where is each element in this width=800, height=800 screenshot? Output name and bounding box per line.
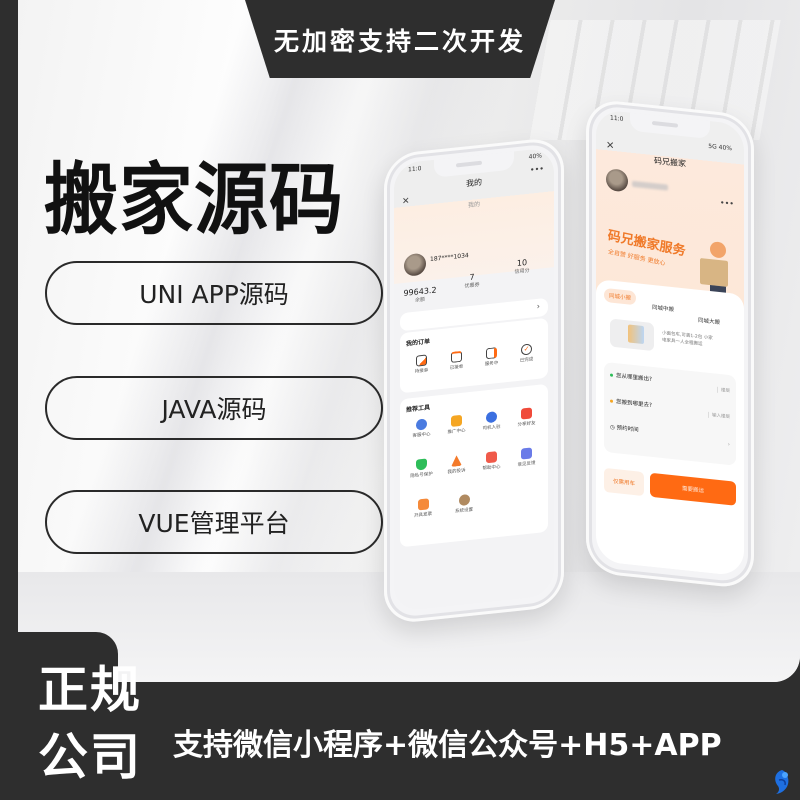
stat-coupons[interactable]: 7 优惠券: [452, 271, 492, 291]
vehicle-only-button[interactable]: 仅需用车: [604, 467, 644, 497]
stat-balance[interactable]: 99643.2 余额: [400, 285, 440, 305]
phone-screen: 11:0 40% 我的 ✕ ••• 我的 187****1034 99643.2…: [394, 147, 554, 612]
tool-item[interactable]: 隐私号保护: [405, 457, 439, 480]
order-label: 待接单: [414, 368, 429, 375]
page-subtitle: 我的: [467, 200, 480, 210]
tool-label: 帮助中心: [482, 464, 501, 472]
my-orders-card: 我的订单 待接单 已接单 服务中 ✓ 已完成: [400, 317, 548, 394]
feedback-icon: [521, 447, 532, 460]
feature-pill-java: JAVA源码: [45, 376, 383, 440]
tool-label: 分享好友: [517, 421, 536, 428]
need-moving-button[interactable]: 需要搬运: [650, 472, 736, 506]
tool-item[interactable]: 分享好友: [510, 406, 544, 429]
order-label: 已完成: [519, 357, 534, 364]
tool-item[interactable]: 客服中心: [405, 417, 439, 440]
tool-label: 推广中心: [447, 428, 466, 436]
left-frame-strip: [0, 0, 18, 800]
order-label: 已接单: [449, 364, 464, 372]
tool-label: 开具发票: [414, 511, 432, 519]
floor-input[interactable]: 楼层: [717, 386, 730, 395]
main-title: 搬家源码: [44, 155, 344, 246]
shield-icon: [416, 458, 427, 471]
robot-icon: [416, 418, 427, 431]
tool-item[interactable]: 司机入驻: [475, 410, 509, 433]
van-description: 小面包车,可装1-2包 小家电家具一人全程搬运: [662, 330, 713, 348]
chevron-right-icon: ›: [536, 301, 540, 311]
field-label: 预约时间: [616, 425, 639, 434]
tools-row: 开具发票 系统设置: [404, 486, 544, 520]
recommended-tools-card: 推荐工具 客服中心 推广中心 司机入驻 分享好友 隐私号保护 我的投诉 帮助中心…: [400, 383, 548, 548]
tool-label: 系统设置: [455, 507, 473, 515]
stat-credit[interactable]: 10 信用分: [502, 256, 542, 276]
order-completed[interactable]: ✓ 已完成: [510, 342, 544, 365]
tool-label: 隐私号保护: [410, 471, 433, 480]
to-address-field[interactable]: 您搬到哪里去? 输入楼层: [610, 397, 730, 421]
official-company-line1: 正规: [38, 661, 142, 719]
address-form: 您从哪里搬出? 楼层 您搬到哪里去? 输入楼层 ◷ 预约时间 ›: [604, 361, 736, 466]
feature-pill-vue: VUE管理平台: [45, 490, 383, 554]
truck-icon: [486, 347, 497, 360]
feature-pill-uniapp: UNI APP源码: [45, 261, 383, 325]
top-banner-text: 无加密支持二次开发: [273, 27, 526, 56]
booking-panel: 同城小搬 同城中搬 同城大搬 小面包车,可装1-2包 小家电家具一人全程搬运 您…: [596, 279, 744, 577]
blurred-username: [632, 180, 668, 191]
phone-mockup-profile: 11:0 40% 我的 ✕ ••• 我的 187****1034 99643.2…: [384, 136, 564, 625]
tab-medium-move[interactable]: 同城中搬: [652, 303, 674, 313]
status-battery: 40%: [528, 152, 542, 161]
order-accepted[interactable]: 已接单: [440, 350, 474, 373]
green-dot-icon: [610, 373, 613, 377]
more-icon[interactable]: •••: [720, 198, 734, 208]
field-label: 您搬到哪里去?: [616, 399, 652, 409]
help-doc-icon: [486, 451, 497, 464]
order-pending[interactable]: 待接单: [405, 353, 439, 376]
tools-row: 隐私号保护 我的投诉 帮助中心 意见反馈: [404, 446, 544, 480]
orders-row: 待接单 已接单 服务中 ✓ 已完成: [404, 342, 544, 376]
more-icon[interactable]: •••: [530, 164, 544, 174]
status-time: 11:0: [610, 114, 624, 123]
tool-item[interactable]: 帮助中心: [475, 450, 509, 473]
floor-input[interactable]: 输入楼层: [708, 411, 730, 421]
van-icon: [610, 318, 654, 352]
phone-mockup-booking: 11:0 5G 40% ✕ 码兄搬家 ••• 码兄搬家服务 全自营 好服务 更放…: [586, 98, 754, 590]
order-in-service[interactable]: 服务中: [475, 346, 509, 369]
phone-screen: 11:0 5G 40% ✕ 码兄搬家 ••• 码兄搬家服务 全自营 好服务 更放…: [596, 109, 744, 577]
warning-icon: [451, 455, 462, 467]
headset-icon: [486, 411, 497, 424]
gear-icon: [458, 494, 470, 507]
order-pending-icon: [416, 354, 427, 367]
from-address-field[interactable]: 您从哪里搬出? 楼层: [610, 371, 730, 395]
appointment-time-field[interactable]: ◷ 预约时间 ›: [610, 423, 730, 449]
blue-swirl-logo-icon: [775, 770, 789, 794]
tab-small-move[interactable]: 同城小搬: [604, 287, 637, 306]
tool-item[interactable]: 系统设置: [447, 493, 481, 516]
chevron-right-icon: ›: [727, 440, 730, 449]
tool-item[interactable]: 我的投诉: [440, 454, 474, 477]
tool-item[interactable]: 推广中心: [440, 414, 474, 437]
gift-icon: [521, 407, 532, 420]
official-company-line2: 公司: [38, 728, 142, 786]
tool-label: 客服中心: [412, 432, 431, 440]
invoice-icon: [417, 498, 429, 511]
orders-title: 我的订单: [406, 338, 431, 348]
avatar[interactable]: [606, 168, 628, 193]
tool-label: 司机入驻: [482, 424, 501, 432]
top-banner: 无加密支持二次开发: [245, 0, 555, 78]
platform-support-text: 支持微信小程序+微信公众号+H5+APP: [173, 728, 722, 763]
tool-label: 我的投诉: [447, 468, 466, 476]
tools-title: 推荐工具: [406, 404, 431, 414]
wallet-icon: [451, 414, 462, 427]
check-circle-icon: ✓: [521, 343, 532, 356]
tool-label: 意见反馈: [517, 461, 536, 468]
status-time: 11:0: [408, 165, 422, 174]
orange-dot-icon: [610, 399, 613, 403]
field-label: 您从哪里搬出?: [616, 373, 652, 383]
order-label: 服务中: [484, 360, 499, 368]
order-accepted-icon: [451, 350, 462, 363]
tool-item[interactable]: 意见反馈: [510, 446, 544, 469]
tab-large-move[interactable]: 同城大搬: [698, 316, 720, 326]
tool-item[interactable]: 开具发票: [406, 497, 440, 520]
